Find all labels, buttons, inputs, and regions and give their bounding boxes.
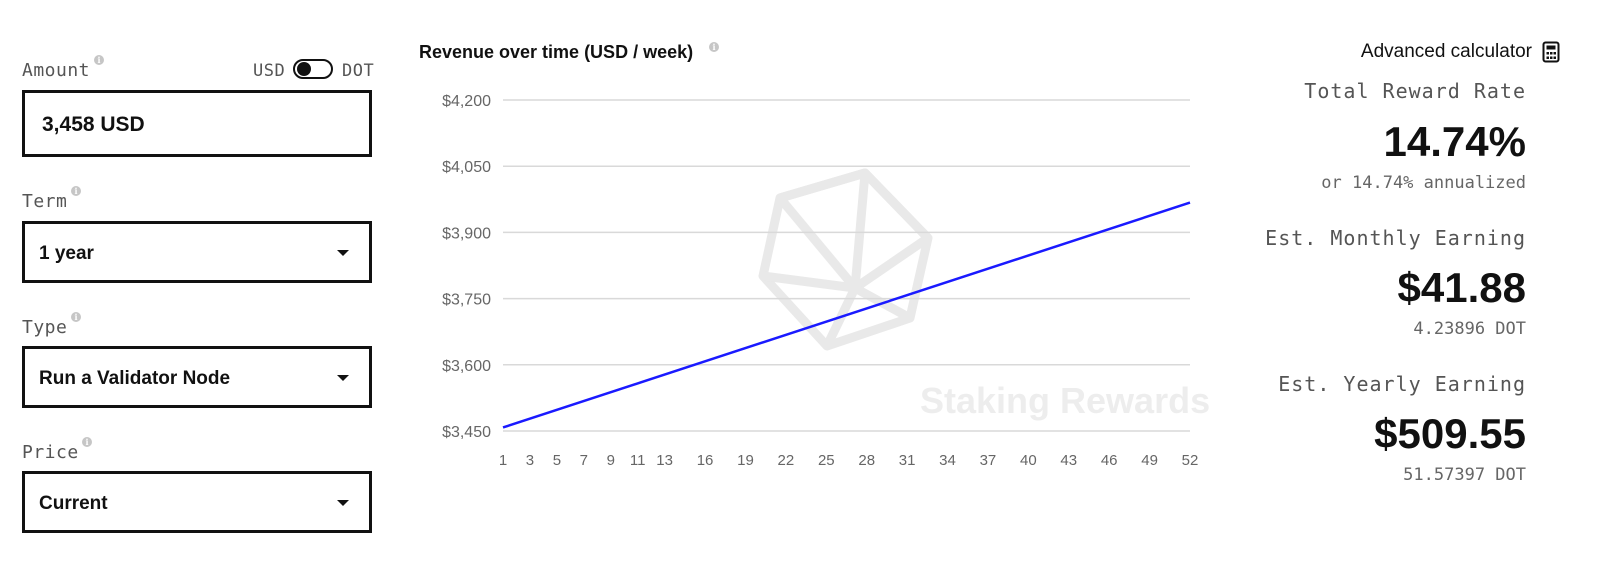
amount-input[interactable]: 3,458 USD [22,90,372,157]
x-tick-label: 13 [656,452,673,469]
reward-rate-label: Total Reward Rate [1304,79,1526,103]
toggle-knob [297,62,311,76]
type-value: Run a Validator Node [39,368,231,389]
price-value: Current [39,493,108,514]
toggle-dot-label: DOT [342,61,375,81]
yearly-earning-value: $509.55 [1374,410,1526,457]
x-tick-label: 46 [1101,452,1118,469]
x-tick-label: 22 [778,452,795,469]
advanced-calculator-link[interactable]: Advanced calculator [1361,40,1560,64]
chevron-down-icon [337,375,349,381]
price-select[interactable]: Current [22,471,372,533]
y-tick-label: $3,450 [442,424,491,441]
term-value: 1 year [39,243,94,264]
x-tick-label: 40 [1020,452,1037,469]
chart-info-icon[interactable]: i [709,42,719,52]
amount-info-icon[interactable]: i [94,55,104,65]
revenue-series-line [502,201,1191,429]
chevron-down-icon [337,250,349,256]
yearly-earning-label: Est. Yearly Earning [1278,372,1526,396]
x-tick-label: 19 [737,452,754,469]
yearly-earning-dot: 51.57397 DOT [1403,465,1526,485]
y-tick-label: $4,050 [442,159,491,176]
currency-toggle[interactable] [293,59,333,79]
y-tick-label: $4,200 [442,93,491,110]
x-tick-label: 28 [858,452,875,469]
amount-value: 3,458 USD [42,113,145,136]
x-tick-label: 1 [499,452,507,469]
reward-rate-value: 14.74% [1383,118,1526,165]
calculator-icon [1542,41,1560,63]
amount-label: Amount [22,60,91,81]
term-select[interactable]: 1 year [22,221,372,283]
x-tick-label: 3 [526,452,534,469]
type-select[interactable]: Run a Validator Node [22,346,372,408]
x-tick-label: 52 [1182,452,1199,469]
price-info-icon[interactable]: i [82,437,92,447]
x-tick-label: 49 [1141,452,1158,469]
chart-title: Revenue over time (USD / week) [419,42,693,63]
type-info-icon[interactable]: i [71,312,81,322]
x-tick-label: 25 [818,452,835,469]
term-info-icon[interactable]: i [71,186,81,196]
chevron-down-icon [337,500,349,506]
term-label: Term [22,191,68,212]
x-tick-label: 16 [697,452,714,469]
x-tick-label: 5 [553,452,561,469]
advanced-calculator-label: Advanced calculator [1360,41,1532,62]
y-tick-label: $3,600 [442,358,491,375]
revenue-chart: $4,200$4,050$3,900$3,750$3,600$3,4501 3 5 7… [442,93,1199,469]
x-tick-label: 34 [939,452,956,469]
x-tick-label: 11 [630,452,646,469]
monthly-earning-value: $41.88 [1397,264,1526,311]
y-tick-label: $3,750 [442,292,491,309]
x-tick-label: 9 [607,452,615,469]
price-label: Price [22,442,79,463]
monthly-earning-dot: 4.23896 DOT [1413,319,1526,339]
chart-title-text: Revenue over time (USD / week) [419,42,694,62]
toggle-usd-label: USD [253,61,286,81]
monthly-earning-label: Est. Monthly Earning [1265,226,1526,250]
reward-rate-sub: or 14.74% annualized [1321,173,1526,193]
x-tick-label: 7 [580,452,588,469]
x-tick-label: 37 [980,452,997,469]
x-tick-label: 43 [1060,452,1077,469]
y-tick-label: $3,900 [442,225,491,242]
type-label: Type [22,317,68,338]
x-tick-label: 31 [899,452,916,469]
